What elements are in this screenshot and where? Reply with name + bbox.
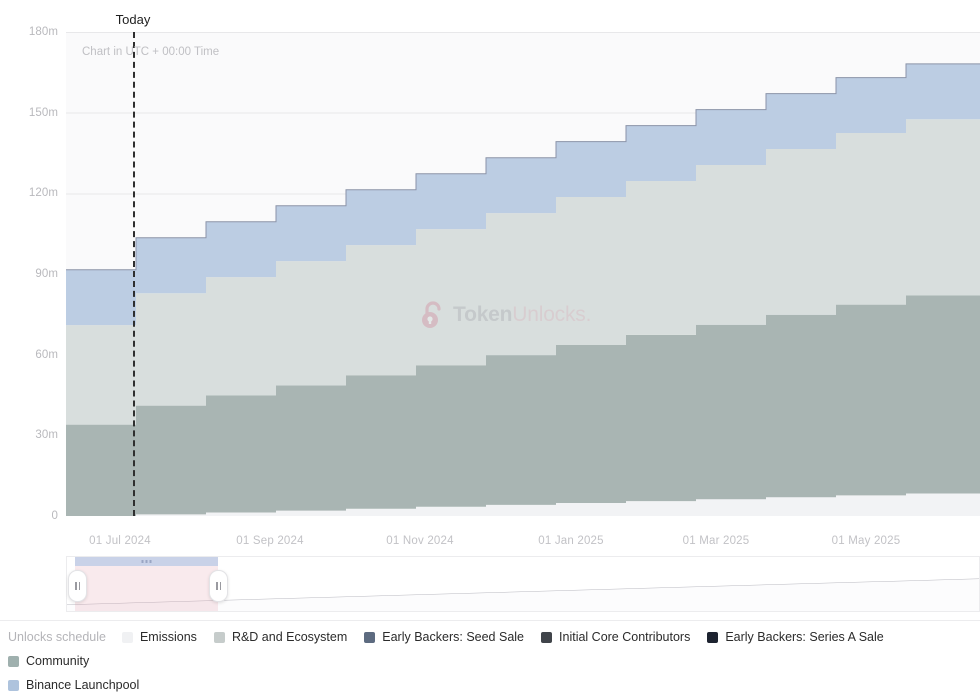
legend-item-emissions[interactable]: Emissions [122, 630, 197, 644]
legend-item-initial-core-contributors[interactable]: Initial Core Contributors [541, 630, 690, 644]
legend-swatch-icon [122, 632, 133, 643]
x-axis-tick: 01 May 2025 [832, 535, 901, 547]
legend-divider [0, 620, 980, 621]
range-drag-bar[interactable] [75, 557, 218, 566]
y-axis-tick: 180m [0, 26, 58, 38]
stacked-area-chart [66, 32, 980, 516]
legend-item-label: R&D and Ecosystem [232, 630, 347, 644]
legend-swatch-icon [214, 632, 225, 643]
chart-legend: Unlocks schedule Emissions R&D and Ecosy… [0, 630, 980, 692]
legend-item-label: Binance Launchpool [26, 678, 139, 692]
utc-time-note: Chart in UTC + 00:00 Time [82, 46, 219, 58]
y-axis: 180m 150m 120m 90m 60m 30m 0 [0, 32, 58, 516]
range-handle-right[interactable] [209, 570, 228, 602]
legend-item-early-backers-series-a-sale[interactable]: Early Backers: Series A Sale [707, 630, 883, 644]
y-axis-tick: 120m [0, 187, 58, 199]
range-selector[interactable] [66, 556, 980, 612]
x-axis-tick: 01 Jul 2024 [89, 535, 151, 547]
legend-title: Unlocks schedule [8, 630, 106, 644]
legend-item-early-backers-seed-sale[interactable]: Early Backers: Seed Sale [364, 630, 524, 644]
x-axis-tick: 01 Jan 2025 [538, 535, 604, 547]
legend-item-label: Emissions [140, 630, 197, 644]
today-marker-line [133, 32, 135, 516]
legend-item-label: Initial Core Contributors [559, 630, 690, 644]
legend-swatch-icon [364, 632, 375, 643]
chart-page: 180m 150m 120m 90m 60m 30m 0 [0, 0, 980, 684]
legend-swatch-icon [8, 680, 19, 691]
range-handle-left[interactable] [68, 570, 87, 602]
x-axis-tick: 01 Nov 2024 [386, 535, 453, 547]
y-axis-tick: 0 [0, 510, 58, 522]
y-axis-tick: 90m [0, 268, 58, 280]
plot-canvas: TokenUnlocks. [66, 32, 980, 516]
legend-item-label: Early Backers: Seed Sale [382, 630, 524, 644]
y-axis-tick: 60m [0, 349, 58, 361]
legend-item-binance-launchpool[interactable]: Binance Launchpool [8, 678, 972, 692]
chart-plot-area: 180m 150m 120m 90m 60m 30m 0 [0, 0, 980, 545]
x-axis-tick: 01 Sep 2024 [236, 535, 303, 547]
legend-item-label: Community [26, 654, 89, 668]
legend-item-label: Early Backers: Series A Sale [725, 630, 883, 644]
today-marker-label: Today [116, 12, 151, 27]
legend-item-rnd-and-ecosystem[interactable]: R&D and Ecosystem [214, 630, 347, 644]
legend-item-community[interactable]: Community [8, 654, 89, 668]
y-axis-tick: 30m [0, 429, 58, 441]
y-axis-tick: 150m [0, 107, 58, 119]
legend-swatch-icon [707, 632, 718, 643]
x-axis-tick: 01 Mar 2025 [683, 535, 750, 547]
x-axis: 01 Jul 2024 01 Sep 2024 01 Nov 2024 01 J… [0, 535, 980, 557]
legend-swatch-icon [541, 632, 552, 643]
legend-swatch-icon [8, 656, 19, 667]
